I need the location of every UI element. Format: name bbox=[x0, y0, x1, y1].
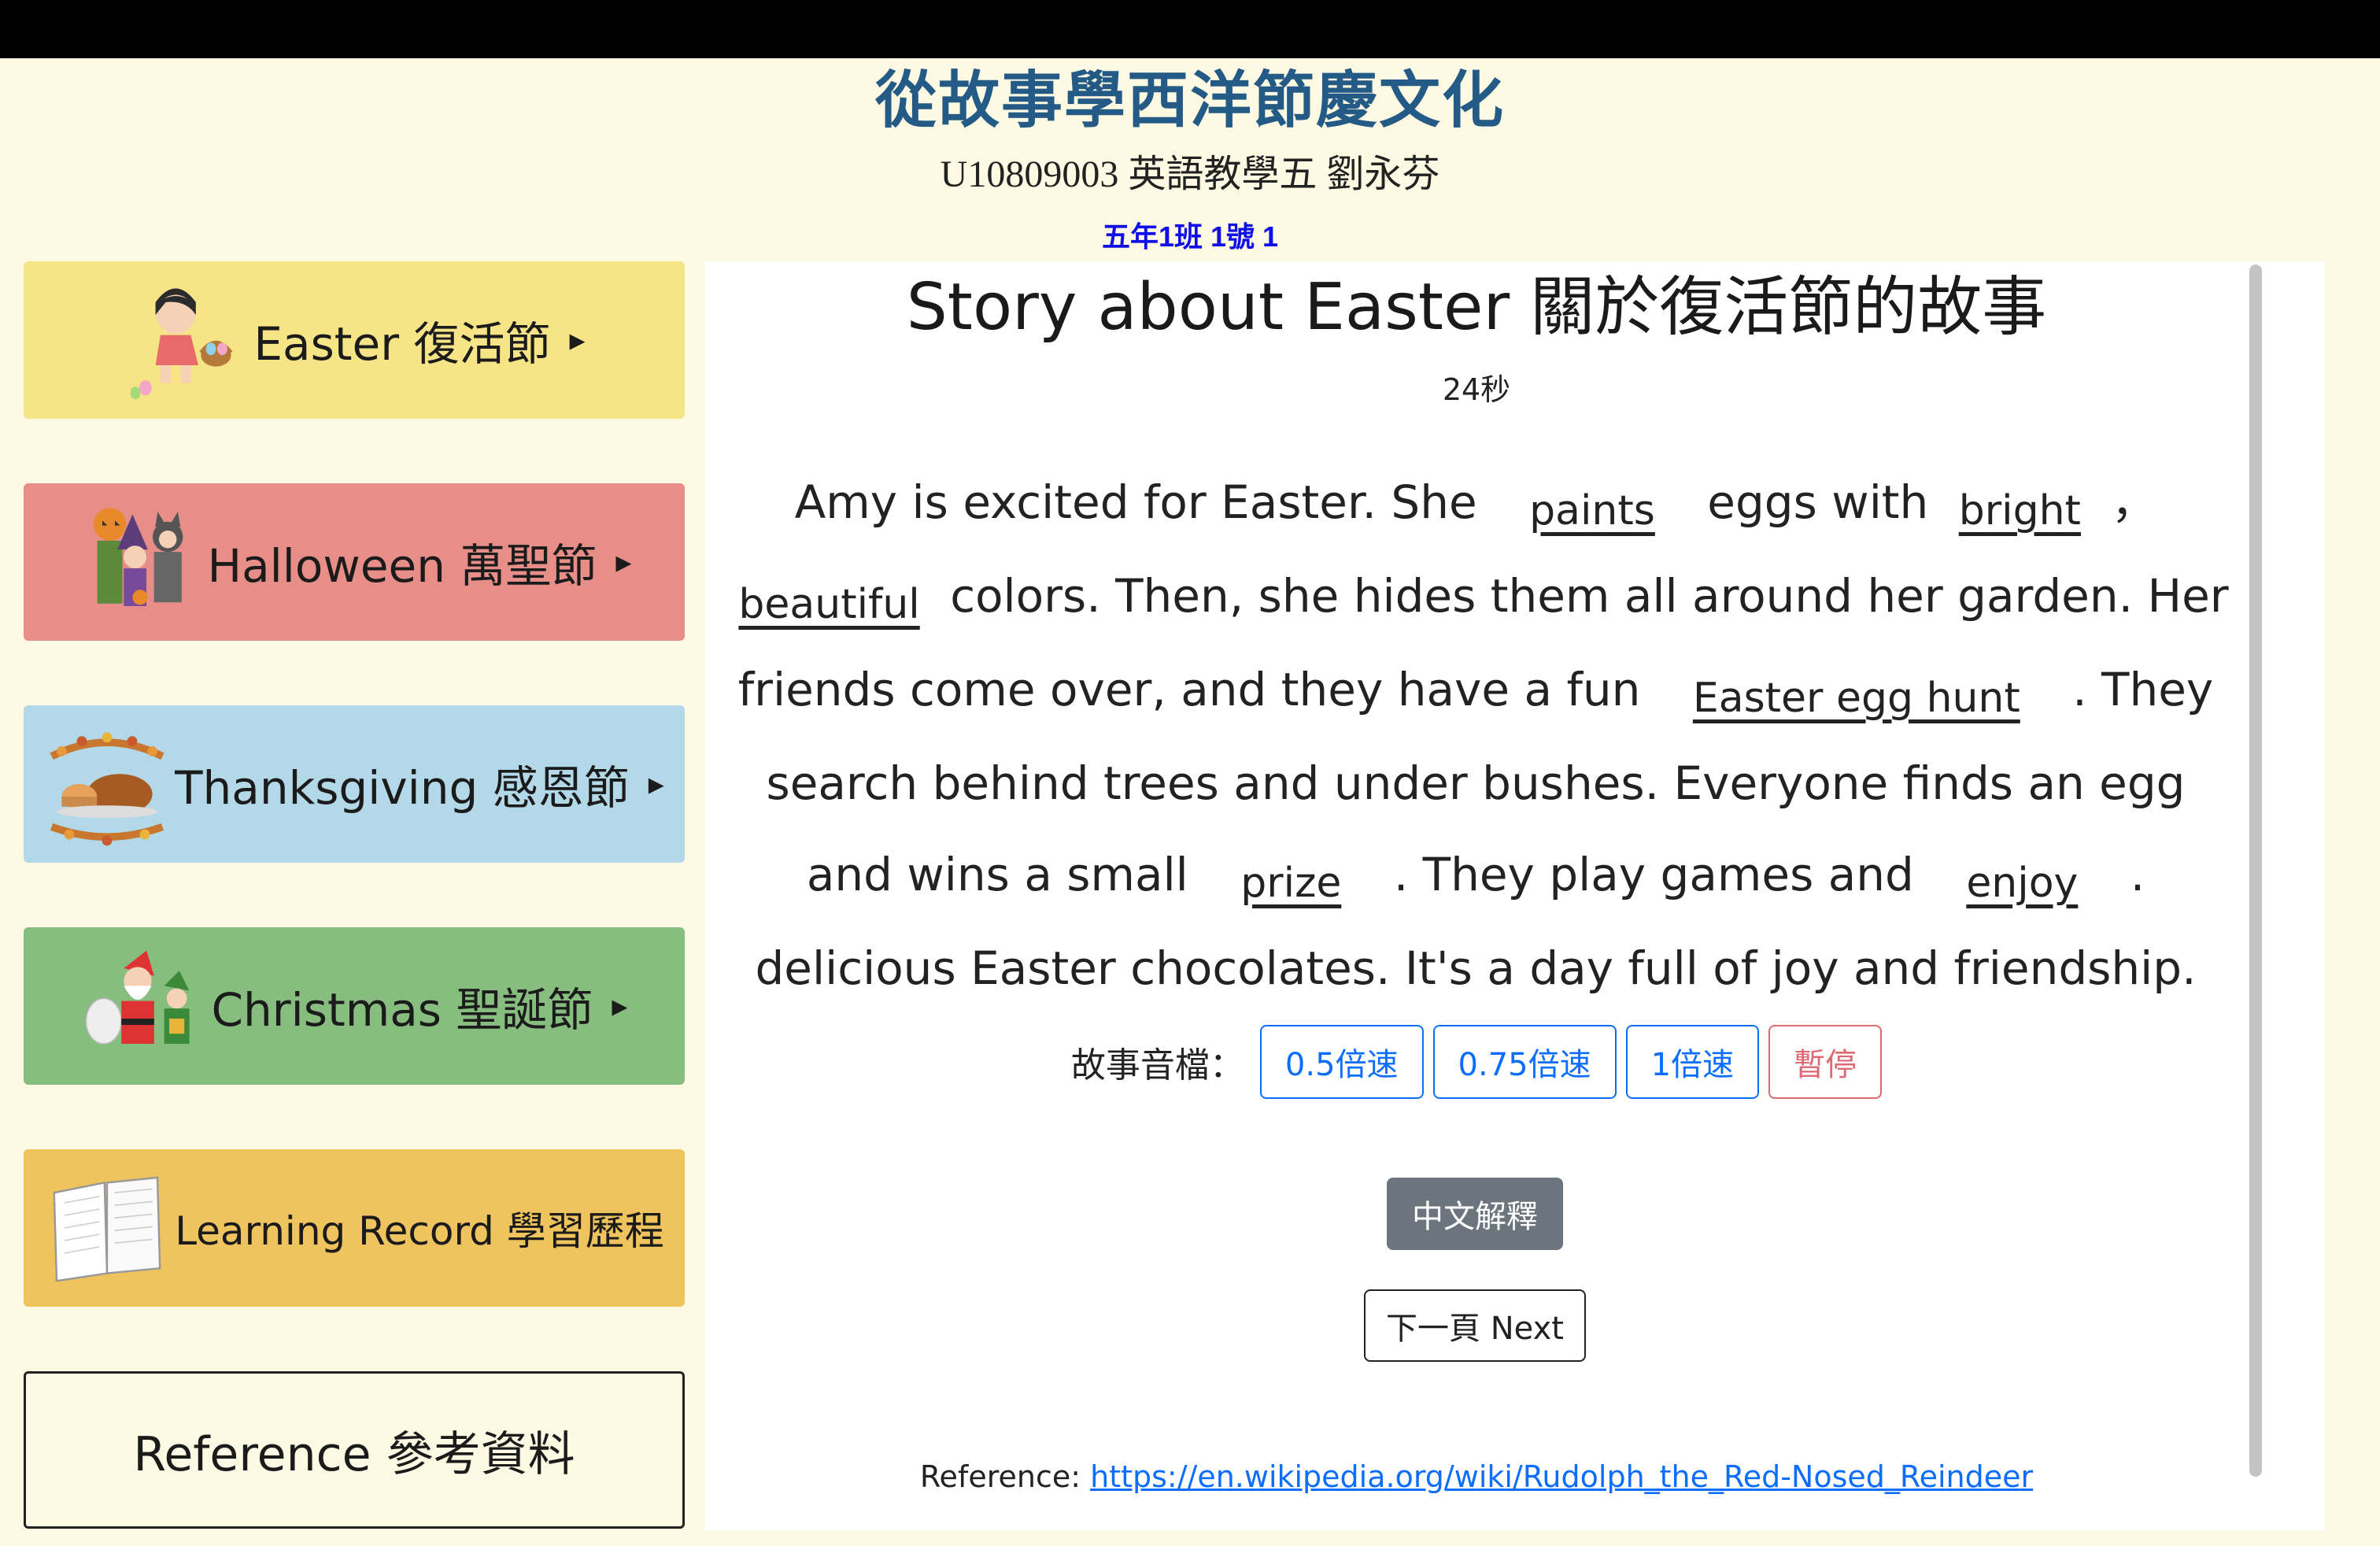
site-title: 從故事學西洋節慶文化 bbox=[874, 65, 1505, 136]
browser-top-bar bbox=[0, 0, 2380, 58]
speed-0.75-button[interactable]: 0.75倍速 bbox=[1432, 1025, 1617, 1099]
sidebar-item-easter[interactable]: Easter 復活節 ▸ bbox=[24, 261, 685, 419]
santa-elf-icon bbox=[85, 950, 190, 1045]
caret-right-icon: ▸ bbox=[612, 988, 628, 1024]
vocab-word-prize[interactable]: prize bbox=[1240, 838, 1341, 929]
sidebar-item-label: Thanksgiving 感恩節 bbox=[175, 761, 630, 815]
vocab-word-bright[interactable]: bright bbox=[1959, 465, 2081, 557]
reference-link[interactable]: https://en.wikipedia.org/wiki/Rudolph_th… bbox=[1090, 1459, 2033, 1494]
sidebar-item-label: Halloween 萬聖節 bbox=[207, 539, 597, 593]
vocab-word-enjoy[interactable]: enjoy bbox=[1966, 838, 2078, 929]
easter-girl-icon bbox=[130, 288, 233, 400]
speed-1-button[interactable]: 1倍速 bbox=[1625, 1025, 1760, 1099]
open-book-icon bbox=[53, 1176, 161, 1282]
story-text-segment: eggs with bbox=[1707, 475, 1929, 529]
thanksgiving-turkey-icon bbox=[50, 732, 164, 846]
panel-scrollbar[interactable] bbox=[2249, 264, 2262, 1477]
story-title: Story about Easter 關於復活節的故事 bbox=[906, 270, 2047, 345]
sidebar-item-label: Reference 參考資料 bbox=[133, 1426, 575, 1482]
sidebar-item-label: Easter 復活節 bbox=[253, 317, 551, 371]
class-info: 五年1班 1號 1 bbox=[1101, 220, 1279, 253]
sidebar-item-label: Christmas 聖誕節 bbox=[211, 983, 593, 1037]
caret-right-icon: ▸ bbox=[569, 322, 586, 358]
sidebar-item-label: Learning Record 學習歷程 bbox=[175, 1208, 664, 1254]
site-subtitle: U10809003 英語教學五 劉永芬 bbox=[940, 153, 1440, 195]
vocab-word-beautiful[interactable]: beautiful bbox=[738, 559, 919, 650]
halloween-kids-icon bbox=[93, 508, 183, 606]
next-page-button[interactable]: 下一頁 Next bbox=[1364, 1289, 1586, 1362]
sidebar-item-thanksgiving[interactable]: Thanksgiving 感恩節 ▸ bbox=[24, 705, 685, 863]
sidebar-item-christmas[interactable]: Christmas 聖誕節 ▸ bbox=[24, 927, 685, 1085]
sidebar-item-learning-record[interactable]: Learning Record 學習歷程 bbox=[24, 1149, 685, 1307]
audio-label: 故事音檔： bbox=[1070, 1045, 1244, 1086]
audio-controls: 故事音檔： 0.5倍速 0.75倍速 1倍速 暫停 bbox=[705, 1025, 2248, 1099]
story-text-segment: ， bbox=[2111, 475, 2157, 529]
vocab-word-easter-egg-hunt[interactable]: Easter egg hunt bbox=[1693, 653, 2020, 744]
pause-button[interactable]: 暫停 bbox=[1768, 1025, 1883, 1099]
story-timer: 24秒 bbox=[1442, 372, 1511, 407]
story-text-segment: . They play games and bbox=[1393, 848, 1914, 901]
reference-line: Reference: https://en.wikipedia.org/wiki… bbox=[705, 1453, 2248, 1500]
sidebar-item-reference[interactable]: Reference 參考資料 bbox=[24, 1371, 685, 1529]
speed-0.5-button[interactable]: 0.5倍速 bbox=[1259, 1025, 1424, 1099]
story-text: Amy is excited for Easter. She paints eg… bbox=[716, 457, 2235, 1014]
caret-right-icon: ▸ bbox=[615, 544, 632, 580]
vocab-word-paints[interactable]: paints bbox=[1529, 465, 1655, 557]
caret-right-icon: ▸ bbox=[648, 766, 664, 802]
story-text-segment: Amy is excited for Easter. She bbox=[794, 475, 1477, 529]
sidebar-item-halloween[interactable]: Halloween 萬聖節 ▸ bbox=[24, 483, 685, 641]
reference-label: Reference: bbox=[919, 1459, 1091, 1494]
chinese-explanation-button[interactable]: 中文解釋 bbox=[1387, 1178, 1563, 1250]
